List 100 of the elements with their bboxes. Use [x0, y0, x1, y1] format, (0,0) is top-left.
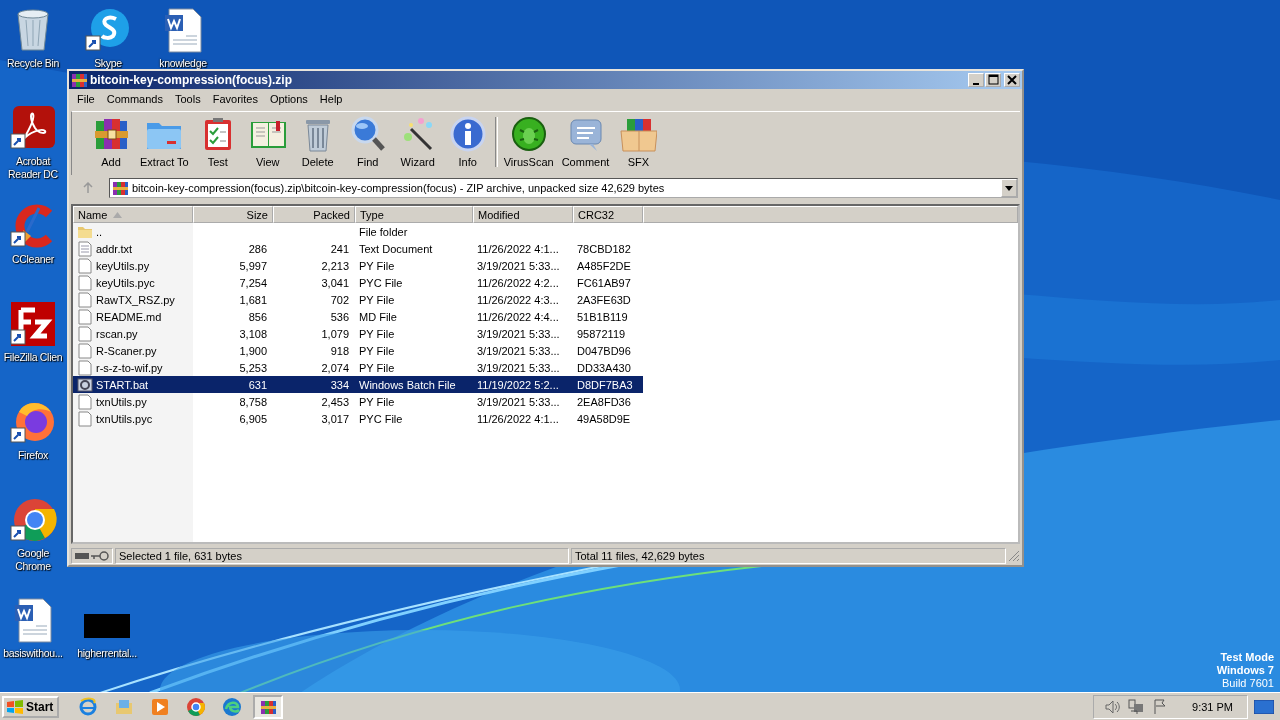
column-header[interactable]: Size — [193, 206, 273, 223]
start-button[interactable]: Start — [2, 695, 60, 718]
desktop-icon-label[interactable]: higherrental... — [77, 647, 137, 660]
file-row[interactable]: README.md 856 536 MD File 11/26/2022 4:4... 51B1B119 — [73, 308, 643, 325]
menu-item[interactable]: Options — [263, 91, 314, 107]
toolbar-button[interactable]: Wizard — [392, 115, 443, 171]
table-cell: 11/26/2022 4:1... — [477, 412, 559, 425]
table-cell: MD File — [359, 310, 397, 323]
file-icon — [77, 393, 93, 410]
desktop-icon-label[interactable]: Recycle Bin — [6, 57, 60, 70]
table-cell: 5,997 — [239, 259, 267, 272]
file-row[interactable]: START.bat 631 334 Windows Batch File 11/19/2022 5:2... D8DF7BA3 — [73, 376, 643, 393]
column-header[interactable]: Modified — [473, 206, 573, 223]
table-cell: r-s-z-to-wif.py — [96, 361, 163, 374]
network-icon — [1128, 698, 1145, 715]
toolbar-button[interactable]: Delete — [292, 115, 343, 171]
file-icon — [77, 274, 93, 291]
text-file-icon — [77, 240, 93, 257]
browser-icon — [78, 696, 99, 717]
menu-item[interactable]: File — [71, 91, 101, 107]
menu-item[interactable]: Commands — [100, 91, 169, 107]
acrobat-icon — [9, 104, 57, 152]
desktop-icon-label[interactable]: Google Chrome — [0, 547, 66, 573]
table-cell: 3/19/2021 5:33... — [477, 327, 560, 340]
dropdown-button[interactable] — [1001, 179, 1017, 197]
table-cell: 49A58D9E — [577, 412, 631, 425]
file-row[interactable]: RawTX_RSZ.py 1,681 702 PY File 11/26/2022 4:3... 2A3FE63D — [73, 291, 643, 308]
desktop-icon-label[interactable]: knowledge — [159, 57, 207, 70]
close-button[interactable] — [1004, 73, 1020, 87]
toolbar-button[interactable]: Test — [192, 115, 243, 171]
file-row[interactable]: rscan.py 3,108 1,079 PY File 3/19/2021 5:33... 95872119 — [73, 325, 643, 342]
info-icon — [448, 115, 487, 153]
file-row[interactable]: txnUtils.pyc 6,905 3,017 PYC File 11/26/2022 4:1... 49A58D9E — [73, 410, 643, 427]
toolbar-button[interactable]: Info — [442, 115, 493, 171]
table-cell: D047BD96 — [577, 344, 631, 357]
table-cell: 2,453 — [321, 395, 349, 408]
toolbar-button[interactable]: View — [242, 115, 293, 171]
edge-icon — [222, 696, 243, 717]
speaker-icon — [1104, 698, 1121, 715]
minimize-button[interactable] — [968, 73, 984, 87]
toolbar-button[interactable]: Add — [86, 115, 136, 171]
file-row[interactable]: r-s-z-to-wif.py 5,253 2,074 PY File 3/19/2021 5:33... DD33A430 — [73, 359, 643, 376]
table-cell: 702 — [330, 293, 349, 306]
table-cell: 11/26/2022 4:4... — [477, 310, 559, 323]
file-row[interactable]: .. File folder — [73, 223, 643, 240]
toolbar-button[interactable]: SFX — [613, 115, 664, 171]
desktop-icon-label[interactable]: Acrobat Reader DC — [0, 155, 66, 181]
table-cell: 2,074 — [321, 361, 349, 374]
file-row[interactable]: addr.txt 286 241 Text Document 11/26/2022 4:1... 78CBD182 — [73, 240, 643, 257]
sort-arrow-icon — [113, 211, 123, 218]
column-header[interactable]: Name — [73, 206, 193, 223]
table-cell: PY File — [359, 293, 395, 306]
table-cell: PY File — [359, 259, 395, 272]
file-row[interactable]: txnUtils.py 8,758 2,453 PY File 3/19/2021 5:33... 2EA8FD36 — [73, 393, 643, 410]
table-cell: 11/19/2022 5:2... — [477, 378, 559, 391]
table-cell: 1,681 — [239, 293, 267, 306]
table-cell: 3/19/2021 5:33... — [477, 344, 560, 357]
path-combobox[interactable]: bitcoin-key-compression(focus).zip\bitcoin-key-compression(focus) - ZIP archive, unpacked size 42,629 bytes — [109, 178, 1018, 198]
table-cell: 241 — [330, 242, 349, 255]
column-header[interactable]: Packed — [273, 206, 355, 223]
menu-item[interactable]: Favorites — [206, 91, 264, 107]
file-row[interactable]: R-Scaner.py 1,900 918 PY File 3/19/2021 5:33... D047BD96 — [73, 342, 643, 359]
table-cell: A485F2DE — [577, 259, 631, 272]
desktop-icon-label[interactable]: Firefox — [18, 449, 48, 462]
file-icon — [77, 359, 93, 376]
table-cell: PYC File — [359, 412, 403, 425]
resize-grip-icon — [1008, 549, 1020, 562]
table-cell: FC61AB97 — [577, 276, 631, 289]
table-cell: 536 — [330, 310, 349, 323]
table-cell: keyUtils.pyc — [96, 276, 155, 289]
menu-item[interactable]: Tools — [169, 91, 207, 107]
maximize-button[interactable] — [985, 73, 1001, 87]
toolbar-button[interactable]: Comment — [557, 115, 614, 171]
menu-item[interactable]: Help — [313, 91, 349, 107]
toolbar-button[interactable]: Extract To — [136, 115, 193, 171]
table-cell: 7,254 — [239, 276, 267, 289]
file-row[interactable]: keyUtils.pyc 7,254 3,041 PYC File 11/26/2022 4:2... FC61AB97 — [73, 274, 643, 291]
drive-icon — [75, 551, 89, 560]
filezilla-icon — [9, 300, 57, 348]
column-header[interactable]: CRC32 — [573, 206, 643, 223]
window-title: bitcoin-key-compression(focus).zip — [90, 73, 294, 87]
desktop-icon-label[interactable]: FileZilla Clien — [3, 351, 63, 364]
status-text: Selected 1 file, 631 bytes — [119, 549, 242, 562]
table-cell: 3/19/2021 5:33... — [477, 395, 560, 408]
file-icon — [77, 308, 93, 325]
desktop-icon-label[interactable]: Skype — [94, 57, 122, 70]
table-cell: 334 — [330, 378, 349, 391]
file-row[interactable]: keyUtils.py 5,997 2,213 PY File 3/19/2021 5:33... A485F2DE — [73, 257, 643, 274]
file-icon — [77, 410, 93, 427]
taskbar-button[interactable] — [253, 694, 284, 719]
table-cell: 78CBD182 — [577, 242, 631, 255]
desktop-icon-label[interactable]: basiswithou... — [3, 647, 63, 660]
toolbar-button[interactable]: VirusScan — [499, 115, 558, 171]
table-cell: 11/26/2022 4:3... — [477, 293, 559, 306]
toolbar-button[interactable]: Find — [342, 115, 393, 171]
key-icon — [91, 550, 109, 561]
table-cell: 11/26/2022 4:1... — [477, 242, 559, 255]
desktop-icon-label[interactable]: CCleaner — [12, 253, 54, 266]
column-header[interactable]: Type — [355, 206, 473, 223]
table-cell: D8DF7BA3 — [577, 378, 633, 391]
